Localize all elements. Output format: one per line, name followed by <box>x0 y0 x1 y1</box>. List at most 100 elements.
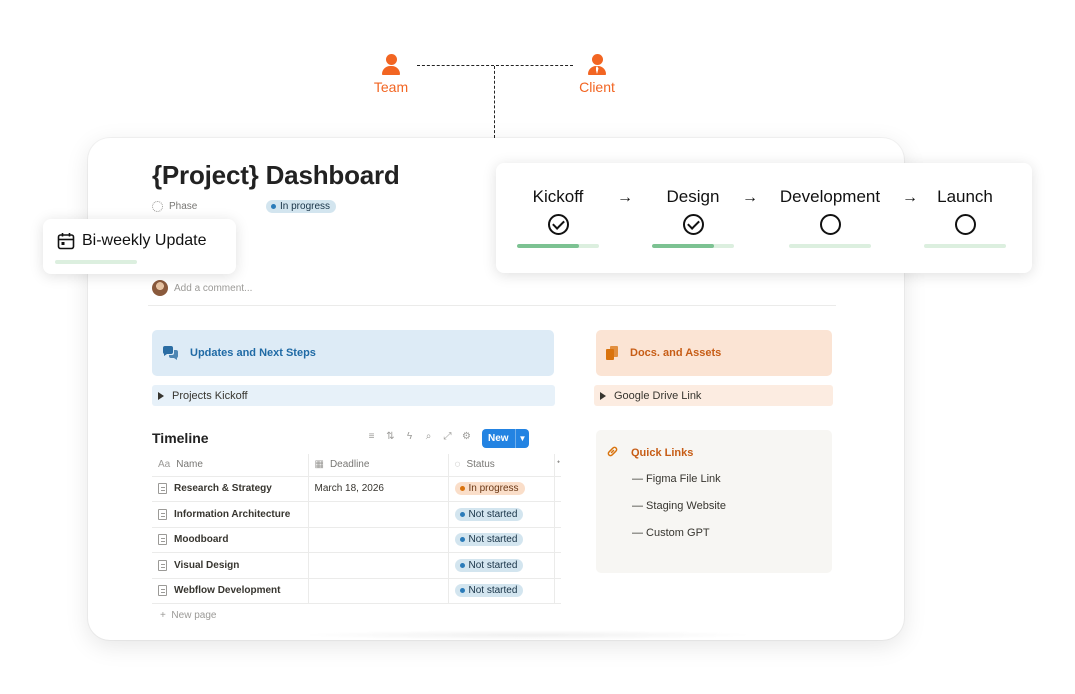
arrow-right-icon: → <box>617 189 633 206</box>
phase-progress-fill <box>517 244 579 248</box>
phase-name: Kickoff <box>532 187 584 206</box>
comment-placeholder: Add a comment... <box>174 282 253 294</box>
phase-property: Phase <box>152 201 197 212</box>
automation-icon[interactable]: ϟ <box>404 431 415 442</box>
status-badge[interactable]: Not started <box>454 584 524 598</box>
row-deadline[interactable] <box>308 552 449 579</box>
status-badge[interactable]: Not started <box>454 507 524 521</box>
documents-icon <box>606 346 619 360</box>
status-dot <box>459 588 465 594</box>
phase-status-badge[interactable]: In progress <box>266 200 337 213</box>
phase-kickoff[interactable]: Kickoff <box>517 187 599 248</box>
biweekly-update-panel[interactable]: Bi-weekly Update <box>43 219 236 274</box>
toggle-label: Projects Kickoff <box>172 389 248 402</box>
search-icon[interactable]: ⌕ <box>423 431 434 442</box>
docs-title: Docs. and Assets <box>630 347 722 359</box>
phase-tracker-panel: Kickoff → Design → Development → Launch <box>496 163 1032 273</box>
row-deadline[interactable] <box>308 501 449 528</box>
team-person: Team <box>361 54 421 95</box>
biweekly-title-row: Bi-weekly Update <box>57 232 207 250</box>
sort-icon[interactable]: ⇅ <box>385 431 396 442</box>
filter-icon[interactable]: ≡ <box>366 431 377 442</box>
chevron-down-icon[interactable]: ▼ <box>515 429 529 448</box>
client-label: Client <box>579 79 615 95</box>
row-name: Moodboard <box>174 534 229 546</box>
biweekly-progress-bar <box>55 260 137 264</box>
table-row[interactable]: Webflow Development Not started <box>152 578 561 604</box>
phase-progress-fill <box>652 244 714 248</box>
projects-kickoff-toggle[interactable]: Projects Kickoff <box>152 385 555 406</box>
phase-launch[interactable]: Launch <box>924 187 1006 248</box>
updates-title: Updates and Next Steps <box>190 347 316 359</box>
row-name: Information Architecture <box>174 508 291 520</box>
column-header-name[interactable]: Aa Name <box>152 454 309 477</box>
new-button[interactable]: New ▼ <box>482 429 529 448</box>
text-property-icon: Aa <box>158 459 171 471</box>
person-with-tie-icon <box>588 54 606 76</box>
client-person: Client <box>567 54 627 95</box>
status-dot <box>459 562 465 568</box>
status-badge[interactable]: Not started <box>454 533 524 547</box>
phase-design[interactable]: Design <box>652 187 734 248</box>
status-text: Not started <box>468 534 518 546</box>
column-status-label: Status <box>466 459 495 471</box>
column-header-deadline[interactable]: ▦ Deadline <box>308 454 449 477</box>
page-icon <box>158 559 167 571</box>
status-dot <box>459 511 465 517</box>
status-text: Not started <box>468 508 518 520</box>
new-page-button[interactable]: + New page <box>160 610 216 621</box>
biweekly-label: Bi-weekly Update <box>82 232 207 249</box>
row-deadline[interactable] <box>308 578 449 604</box>
expand-icon[interactable]: ⤢ <box>442 431 453 442</box>
table-row[interactable]: Moodboard Not started <box>152 527 561 553</box>
row-deadline[interactable]: March 18, 2026 <box>308 476 449 502</box>
row-name: Visual Design <box>174 559 240 571</box>
calendar-icon <box>57 232 75 250</box>
google-drive-toggle[interactable]: Google Drive Link <box>594 385 833 406</box>
phase-progress-bar <box>517 244 599 248</box>
quick-link-staging[interactable]: — Staging Website <box>632 500 726 512</box>
table-row[interactable]: Visual Design Not started <box>152 552 561 579</box>
status-dot <box>459 486 465 492</box>
column-header-more[interactable]: ᐩ <box>554 454 561 477</box>
org-connector-down <box>494 66 495 138</box>
arrow-right-icon: → <box>742 189 758 206</box>
status-text: Not started <box>468 559 518 571</box>
row-name: Research & Strategy <box>174 483 272 495</box>
settings-icon[interactable]: ⚙ <box>461 431 472 442</box>
phase-development[interactable]: Development <box>778 187 882 248</box>
row-deadline[interactable] <box>308 527 449 553</box>
empty-circle-icon <box>954 214 976 235</box>
quick-link-figma[interactable]: — Figma File Link <box>632 473 721 485</box>
phase-progress-bar <box>652 244 734 248</box>
phase-name: Launch <box>937 187 993 206</box>
phase-progress-bar <box>789 244 871 248</box>
table-row[interactable]: Information Architecture Not started <box>152 501 561 528</box>
phase-name: Development <box>779 187 881 206</box>
phase-status-text: In progress <box>280 201 331 212</box>
column-header-status[interactable]: ◌ Status <box>448 454 555 477</box>
quick-links-header: Quick Links <box>606 445 693 461</box>
new-button-label: New <box>488 433 509 444</box>
toggle-arrow-icon <box>158 391 164 400</box>
org-connector <box>417 65 573 66</box>
comment-row[interactable]: Add a comment... <box>152 280 252 296</box>
docs-callout: Docs. and Assets <box>596 330 832 376</box>
status-text: Not started <box>468 585 518 597</box>
status-badge[interactable]: Not started <box>454 558 524 572</box>
table-header-row: Aa Name ▦ Deadline ◌ Status ᐩ <box>152 454 561 477</box>
database-toolbar: ≡ ⇅ ϟ ⌕ ⤢ ⚙ <box>366 431 472 442</box>
quick-link-gpt[interactable]: — Custom GPT <box>632 527 710 539</box>
bottom-shadow <box>298 630 758 640</box>
column-deadline-label: Deadline <box>329 459 370 471</box>
table-row[interactable]: Research & Strategy March 18, 2026 In pr… <box>152 476 561 502</box>
calendar-icon: ▦ <box>314 459 324 471</box>
page-title: {Project} Dashboard <box>152 160 400 190</box>
page-icon <box>158 534 167 546</box>
status-dot <box>459 537 465 543</box>
person-icon <box>382 54 400 76</box>
status-badge[interactable]: In progress <box>454 482 525 496</box>
check-circle-icon <box>547 214 569 235</box>
toggle-label: Google Drive Link <box>614 389 702 402</box>
phase-label: Phase <box>169 201 198 212</box>
